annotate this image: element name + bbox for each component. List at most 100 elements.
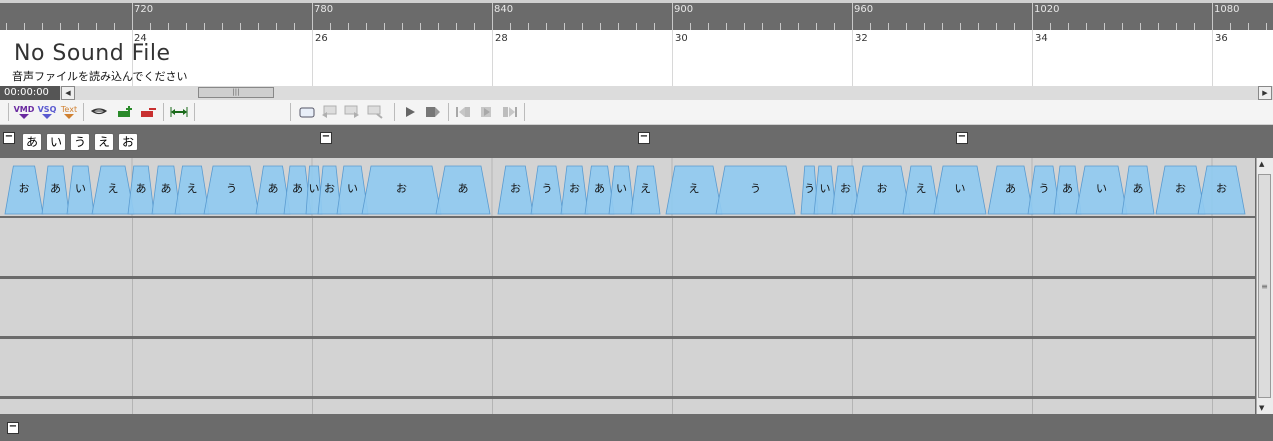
ruler-minor-tick (906, 23, 907, 30)
scroll-right-button[interactable]: ▶ (1258, 86, 1272, 100)
syllable-block[interactable]: う (715, 165, 796, 215)
track-header: − あ い う え お − − − (0, 125, 1273, 155)
waveform-area[interactable]: 24 26 28 30 32 34 36 No Sound File 音声ファイ… (0, 30, 1273, 86)
text-button[interactable]: Text (59, 103, 79, 121)
ruler-minor-tick (1158, 23, 1159, 30)
syllable-block[interactable]: う (203, 165, 260, 215)
skip-end-button[interactable] (500, 103, 520, 121)
delete-icon (367, 105, 383, 119)
stop-button[interactable] (423, 103, 443, 121)
collapse-button[interactable]: − (3, 132, 15, 144)
remove-track-button[interactable] (139, 103, 159, 121)
vertical-scroll-thumb[interactable]: ≡ (1258, 174, 1271, 398)
vsq-arrow-icon (42, 114, 52, 119)
ruler-minor-tick (582, 23, 583, 30)
syllable-block[interactable]: あ (987, 165, 1034, 215)
syllable-block[interactable]: お (1155, 165, 1206, 215)
syllable-block[interactable]: あ (41, 165, 70, 215)
syllable-label: お (396, 182, 407, 195)
syllable-label: う (750, 182, 761, 195)
scroll-left-button[interactable]: ◀ (61, 86, 75, 100)
syllable-block[interactable]: い (933, 165, 987, 215)
morph-lane[interactable] (0, 279, 1255, 336)
syllable-block[interactable]: え (174, 165, 210, 215)
bottom-bar: − (0, 414, 1273, 441)
syllable-block[interactable]: え (665, 165, 723, 215)
scroll-down-button[interactable]: ▼ (1259, 404, 1264, 412)
ruler-minor-tick (690, 23, 691, 30)
beat-line (672, 339, 673, 396)
toolbar-grip (8, 103, 9, 121)
delete-button[interactable] (365, 103, 385, 121)
vertical-scrollbar[interactable]: ▲ ≡ ▼ (1256, 158, 1273, 414)
syllable-block[interactable]: お (1197, 165, 1246, 215)
skip-start-button[interactable] (453, 103, 473, 121)
time-display: 00:00:00 (0, 86, 60, 100)
vowel-button-e[interactable]: え (94, 133, 114, 151)
play-button[interactable] (401, 103, 419, 121)
syllable-block[interactable]: お (853, 165, 911, 215)
syllable-block[interactable]: お (317, 165, 342, 215)
syllable-block[interactable]: お (560, 165, 589, 215)
scroll-up-button[interactable]: ▲ (1259, 160, 1264, 168)
syllable-block[interactable]: え (902, 165, 940, 215)
syllable-block[interactable]: あ (1121, 165, 1155, 215)
lips-button[interactable] (89, 103, 109, 121)
syllable-block[interactable]: あ (435, 165, 491, 215)
collapse-button[interactable]: − (638, 132, 650, 144)
collapse-button[interactable]: − (956, 132, 968, 144)
vowel-button-o[interactable]: お (118, 133, 138, 151)
syllable-block[interactable]: お (361, 165, 442, 215)
beat-line (1212, 279, 1213, 336)
ruler-minor-tick (78, 23, 79, 30)
vsq-button[interactable]: VSQ (37, 103, 57, 121)
ruler-label: 900 (674, 4, 694, 15)
syllable-block[interactable]: う (530, 165, 564, 215)
vmd-arrow-icon (19, 114, 29, 119)
beat-number: 26 (315, 33, 328, 44)
beat-line (672, 279, 673, 336)
ruler-minor-tick (348, 23, 349, 30)
redo-button[interactable] (342, 103, 362, 121)
collapse-button[interactable]: − (7, 422, 19, 434)
syllable-block[interactable]: お (4, 165, 44, 215)
ruler-minor-tick (600, 23, 601, 30)
ruler-minor-tick (1140, 23, 1141, 30)
syllable-block[interactable]: い (1075, 165, 1128, 215)
beat-line (492, 279, 493, 336)
syllable-label: う (1039, 182, 1050, 195)
morph-lane[interactable] (0, 218, 1255, 276)
ruler-minor-tick (42, 23, 43, 30)
collapse-button[interactable]: − (320, 132, 332, 144)
frame-ruler[interactable]: 720 780 840 900 960 1020 1080 (0, 0, 1273, 30)
undo-button[interactable] (319, 103, 339, 121)
vowel-button-i[interactable]: い (46, 133, 66, 151)
beat-line (312, 30, 313, 86)
vmd-button[interactable]: VMD (13, 103, 35, 121)
syllable-track[interactable]: おあいえああえうああいおいおあおうおあいええうういおおえいあうあいあおお (0, 158, 1255, 216)
syllable-label: お (324, 182, 335, 195)
syllable-lane[interactable]: おあいえああえうああいおいおあおうおあいええうういおおえいあうあいあおお (0, 158, 1255, 216)
ruler-minor-tick (312, 23, 313, 30)
syllable-block[interactable]: え (630, 165, 661, 215)
morph-lane[interactable] (0, 339, 1255, 396)
ruler-minor-tick (528, 23, 529, 30)
step-button[interactable] (477, 103, 497, 121)
add-track-button[interactable] (116, 103, 136, 121)
ruler-minor-tick (6, 23, 7, 30)
ruler-minor-tick (726, 23, 727, 30)
vowel-button-a[interactable]: あ (22, 133, 42, 151)
morph-lane[interactable] (0, 399, 1255, 414)
select-button[interactable] (297, 103, 317, 121)
fit-width-button[interactable] (168, 103, 190, 121)
ruler-minor-tick (870, 23, 871, 30)
ruler-minor-tick (564, 23, 565, 30)
vowel-button-u[interactable]: う (70, 133, 90, 151)
syllable-block[interactable]: い (608, 165, 635, 215)
syllable-block[interactable]: お (497, 165, 534, 215)
horizontal-scroll-thumb[interactable]: ||| (198, 87, 274, 98)
syllable-block[interactable]: え (91, 165, 135, 215)
beat-line (132, 339, 133, 396)
beat-number: 34 (1035, 33, 1048, 44)
syllable-block[interactable]: い (66, 165, 95, 215)
